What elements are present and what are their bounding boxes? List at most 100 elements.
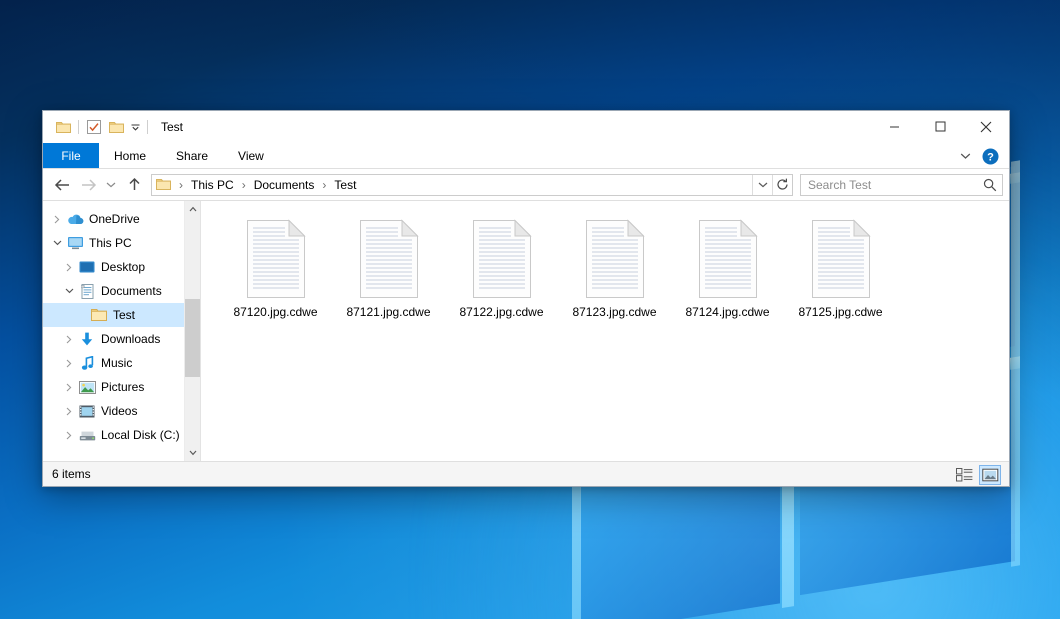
generic-document-icon <box>693 219 763 301</box>
sidebar-item-local-disk-c[interactable]: Local Disk (C:) <box>43 423 200 447</box>
chevron-down-icon[interactable] <box>127 116 143 138</box>
search-input[interactable] <box>801 178 978 192</box>
chevron-right-icon[interactable] <box>61 327 77 351</box>
breadcrumb-separator: › <box>237 178 251 192</box>
tree-spacer <box>73 303 89 327</box>
file-list-pane[interactable]: 87120.jpg.cdwe <box>201 201 1009 461</box>
scrollbar-track[interactable] <box>185 217 200 445</box>
chevron-down-icon[interactable] <box>955 146 975 166</box>
download-icon <box>77 327 97 351</box>
breadcrumb-item-test[interactable]: Test <box>331 178 359 192</box>
status-bar: 6 items <box>43 461 1009 486</box>
sidebar-item-desktop[interactable]: Desktop <box>43 255 200 279</box>
sidebar-item-label: Local Disk (C:) <box>97 428 180 442</box>
sidebar-item-test[interactable]: Test <box>43 303 200 327</box>
refresh-icon[interactable] <box>772 175 792 195</box>
generic-document-icon <box>354 219 424 301</box>
folder-icon[interactable] <box>105 116 127 138</box>
folder-icon <box>89 303 109 327</box>
list-item[interactable]: 87123.jpg.cdwe <box>558 215 671 325</box>
sidebar-item-videos[interactable]: Videos <box>43 399 200 423</box>
close-button[interactable] <box>963 111 1009 142</box>
scroll-up-button[interactable] <box>185 201 200 217</box>
sidebar-item-label: Documents <box>97 284 162 298</box>
chevron-right-icon[interactable] <box>61 423 77 447</box>
file-explorer-window: Test File Home Share View <box>42 110 1010 487</box>
sidebar-item-label: Pictures <box>97 380 144 394</box>
list-item[interactable]: 87125.jpg.cdwe <box>784 215 897 325</box>
sidebar-item-onedrive[interactable]: OneDrive <box>43 207 200 231</box>
tab-view[interactable]: View <box>223 143 279 168</box>
picture-icon <box>77 375 97 399</box>
recent-locations-button[interactable] <box>101 173 121 197</box>
chevron-right-icon[interactable] <box>49 207 65 231</box>
toolbar-divider <box>147 120 148 134</box>
file-name-label: 87120.jpg.cdwe <box>233 305 317 319</box>
chevron-down-icon[interactable] <box>61 279 77 303</box>
sidebar-item-pictures[interactable]: Pictures <box>43 375 200 399</box>
list-item[interactable]: 87122.jpg.cdwe <box>445 215 558 325</box>
forward-button[interactable] <box>75 173 101 197</box>
navigation-pane: OneDrive This PC <box>43 201 201 461</box>
search-box[interactable] <box>800 174 1003 196</box>
scrollbar-thumb[interactable] <box>185 299 200 377</box>
search-icon[interactable] <box>978 175 1002 195</box>
window-controls <box>871 111 1009 143</box>
breadcrumb-item-documents[interactable]: Documents <box>251 178 318 192</box>
tab-home[interactable]: Home <box>99 143 161 168</box>
sidebar-item-downloads[interactable]: Downloads <box>43 327 200 351</box>
sidebar-item-label: Test <box>109 308 135 322</box>
breadcrumb-bar[interactable]: › This PC › Documents › Test <box>151 174 793 196</box>
navigation-pane-scrollbar[interactable] <box>184 201 200 461</box>
generic-document-icon <box>806 219 876 301</box>
breadcrumb: › This PC › Documents › Test <box>174 178 752 192</box>
drive-icon <box>77 423 97 447</box>
maximize-button[interactable] <box>917 111 963 142</box>
sidebar-item-documents[interactable]: Documents <box>43 279 200 303</box>
chevron-right-icon[interactable] <box>61 351 77 375</box>
monitor-icon <box>65 231 85 255</box>
chevron-down-icon[interactable] <box>49 231 65 255</box>
music-icon <box>77 351 97 375</box>
list-item[interactable]: 87120.jpg.cdwe <box>219 215 332 325</box>
sidebar-item-label: This PC <box>85 236 132 250</box>
large-icons-view-icon[interactable] <box>979 465 1001 485</box>
sidebar-item-label: Desktop <box>97 260 145 274</box>
chevron-right-icon[interactable] <box>61 255 77 279</box>
scroll-down-button[interactable] <box>185 445 200 461</box>
address-bar: › This PC › Documents › Test <box>43 169 1009 200</box>
help-icon[interactable]: ? <box>981 147 999 165</box>
sidebar-item-music[interactable]: Music <box>43 351 200 375</box>
tab-share[interactable]: Share <box>161 143 223 168</box>
breadcrumb-tools <box>752 175 792 195</box>
desktop-icon <box>77 255 97 279</box>
list-item[interactable]: 87121.jpg.cdwe <box>332 215 445 325</box>
minimize-button[interactable] <box>871 111 917 142</box>
breadcrumb-separator: › <box>174 178 188 192</box>
file-name-label: 87122.jpg.cdwe <box>459 305 543 319</box>
file-name-label: 87125.jpg.cdwe <box>798 305 882 319</box>
folder-icon[interactable] <box>52 116 74 138</box>
title-bar: Test <box>43 111 1009 143</box>
back-button[interactable] <box>49 173 75 197</box>
file-name-label: 87121.jpg.cdwe <box>346 305 430 319</box>
chevron-down-icon[interactable] <box>752 175 772 195</box>
document-icon <box>77 279 97 303</box>
ribbon-tab-bar: File Home Share View ? <box>43 143 1009 169</box>
breadcrumb-item-this-pc[interactable]: This PC <box>188 178 237 192</box>
tab-file[interactable]: File <box>43 143 99 168</box>
up-button[interactable] <box>121 173 147 197</box>
checkbox-icon[interactable] <box>83 116 105 138</box>
folder-icon <box>152 175 174 195</box>
list-item[interactable]: 87124.jpg.cdwe <box>671 215 784 325</box>
quick-access-toolbar: Test <box>43 111 183 143</box>
file-name-label: 87123.jpg.cdwe <box>572 305 656 319</box>
chevron-right-icon[interactable] <box>61 375 77 399</box>
sidebar-item-this-pc[interactable]: This PC <box>43 231 200 255</box>
svg-text:?: ? <box>987 151 994 163</box>
details-view-icon[interactable] <box>953 465 975 485</box>
cloud-icon <box>65 207 85 231</box>
navigation-tree: OneDrive This PC <box>43 201 200 447</box>
chevron-right-icon[interactable] <box>61 399 77 423</box>
sidebar-item-label: Music <box>97 356 132 370</box>
